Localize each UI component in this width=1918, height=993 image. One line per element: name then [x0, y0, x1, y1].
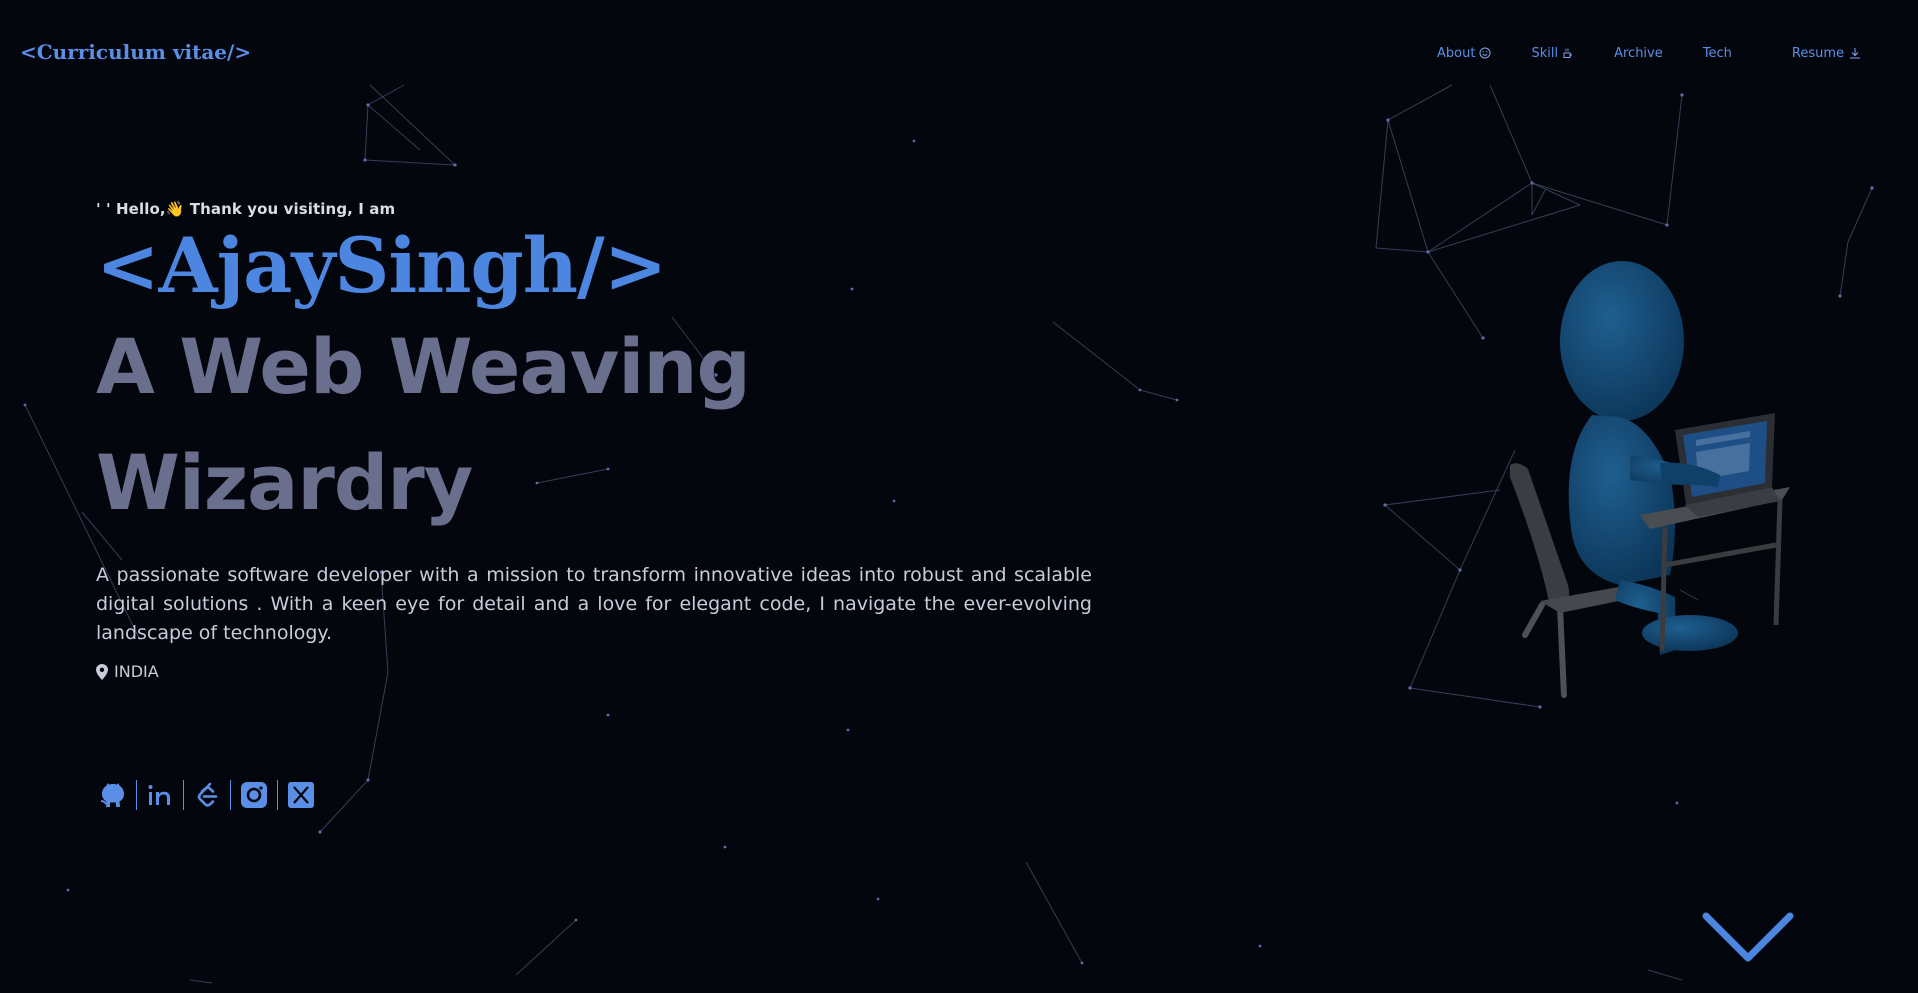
- nav-tech-link[interactable]: Tech: [1703, 46, 1732, 61]
- tagline-line-2: Wizardry: [96, 438, 473, 528]
- hero-name: <AjaySingh/>: [96, 221, 667, 310]
- leetcode-link[interactable]: [192, 780, 222, 810]
- hero-description: A passionate software developer with a m…: [96, 564, 1092, 645]
- nav-archive-label: Archive: [1614, 45, 1663, 61]
- leetcode-icon: [197, 782, 218, 807]
- nav-skill-link[interactable]: Skill: [1531, 46, 1574, 61]
- hero-section: ' ' Hello,👋 Thank you visiting, I am <Aj…: [96, 200, 1096, 681]
- map-pin-icon: [96, 663, 108, 680]
- nav-resume-label: Resume: [1791, 45, 1844, 61]
- smile-icon: [1479, 47, 1491, 59]
- linkedin-link[interactable]: [145, 780, 175, 810]
- scroll-down-chevron-icon[interactable]: [1700, 906, 1796, 966]
- hero-tagline: A Web Weaving Wizardry: [96, 309, 1096, 541]
- site-logo[interactable]: <Curriculum vitae/>: [20, 40, 251, 64]
- download-icon: [1850, 48, 1860, 59]
- nav-about-link[interactable]: About: [1437, 46, 1491, 61]
- social-divider: [136, 780, 137, 810]
- location-label: INDIA: [114, 662, 159, 682]
- github-link[interactable]: [98, 780, 128, 810]
- developer-at-laptop-illustration: [1510, 261, 1790, 698]
- github-icon: [100, 783, 124, 807]
- instagram-icon: [241, 782, 267, 808]
- nav-archive-link[interactable]: Archive: [1614, 46, 1663, 61]
- nav-tech-label: Tech: [1702, 45, 1732, 61]
- instagram-link[interactable]: [239, 780, 269, 810]
- x-twitter-icon: [288, 782, 314, 808]
- coffee-icon: [1563, 48, 1572, 58]
- top-navbar: <Curriculum vitae/> About Skill Archive …: [0, 0, 1918, 106]
- greeting-text: ' ' Hello,👋 Thank you visiting, I am: [96, 200, 396, 218]
- tagline-line-1: A Web Weaving: [96, 322, 751, 412]
- linkedin-icon: [148, 785, 170, 805]
- social-divider: [230, 780, 231, 810]
- social-links: [98, 780, 316, 810]
- resume-download-link[interactable]: Resume: [1792, 46, 1862, 61]
- nav-about-label: About: [1437, 45, 1476, 61]
- location: INDIA: [96, 662, 1096, 681]
- social-divider: [277, 780, 278, 810]
- social-divider: [183, 780, 184, 810]
- nav-skill-label: Skill: [1531, 45, 1559, 61]
- x-twitter-link[interactable]: [286, 780, 316, 810]
- main-nav: About Skill Archive Tech Resume: [1397, 38, 1862, 68]
